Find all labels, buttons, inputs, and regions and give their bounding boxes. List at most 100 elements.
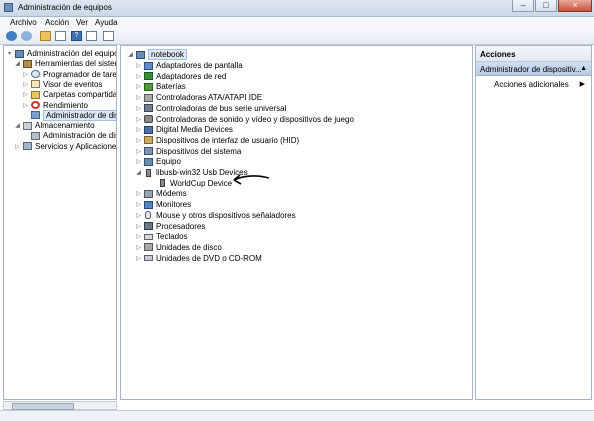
- expand-icon[interactable]: ▷: [135, 223, 142, 230]
- sidebar-label: Carpetas compartidas: [43, 90, 117, 100]
- device-item[interactable]: ▷ Controladoras de bus serie universal: [135, 103, 286, 114]
- sidebar-label: Administración del equipo (loc: [27, 49, 117, 58]
- sidebar-label: Herramientas del sistema: [35, 59, 117, 69]
- device-item[interactable]: ▷ Controladoras ATA/ATAPI IDE: [135, 92, 262, 103]
- keyboard-icon: [144, 233, 153, 240]
- expand-icon[interactable]: ▷: [135, 73, 142, 80]
- device-label: Monitores: [156, 200, 192, 210]
- actions-section-label: Administrador de dispositiv...: [480, 65, 582, 74]
- expand-icon[interactable]: ▷: [135, 137, 142, 144]
- expand-icon[interactable]: ▷: [135, 148, 142, 155]
- storage-icon: [23, 121, 32, 130]
- actions-section-device-manager[interactable]: Administrador de dispositiv... ▲: [476, 62, 591, 76]
- sidebar-label: Administración de disco: [43, 131, 116, 141]
- expand-icon[interactable]: ▷: [135, 116, 142, 123]
- disk-icon: [31, 131, 40, 140]
- device-item[interactable]: ▷ Módems: [135, 188, 187, 199]
- device-item[interactable]: ◢ libusb-win32 Usb Devices: [135, 167, 247, 178]
- minimize-button[interactable]: –: [512, 0, 534, 12]
- expand-icon[interactable]: ▷: [22, 71, 29, 78]
- scrollbar-thumb[interactable]: [12, 403, 74, 410]
- menu-ayuda[interactable]: Ayuda: [95, 18, 118, 27]
- collapse-icon[interactable]: ◢: [127, 51, 134, 58]
- back-arrow-icon[interactable]: [6, 31, 17, 41]
- more-actions-link[interactable]: Acciones adicionales: [494, 80, 569, 89]
- device-item[interactable]: ▷ Mouse y otros dispositivos señaladores: [135, 210, 295, 221]
- expand-icon[interactable]: ▷: [135, 201, 142, 208]
- toolbar: ?: [0, 29, 594, 45]
- expand-icon[interactable]: ▷: [135, 126, 142, 133]
- device-label: Teclados: [156, 232, 188, 242]
- device-item[interactable]: ▷ Baterías: [135, 81, 186, 92]
- device-label: Controladoras ATA/ATAPI IDE: [156, 93, 263, 103]
- device-item[interactable]: ▷ Dispositivos del sistema: [135, 146, 241, 157]
- tools-icon: [23, 59, 32, 68]
- sound-icon: [144, 115, 153, 123]
- submenu-arrow-icon[interactable]: ▶: [580, 80, 585, 88]
- device-item[interactable]: ▷ Monitores: [135, 199, 191, 210]
- scan-hardware-icon[interactable]: [103, 31, 114, 41]
- device-item[interactable]: ▷ Procesadores: [135, 221, 205, 232]
- device-item[interactable]: ▷ Controladoras de sonido y vídeo y dispo…: [135, 114, 354, 125]
- shared-folder-icon: [31, 90, 40, 99]
- show-hide-tree-icon[interactable]: [55, 31, 66, 41]
- expand-icon[interactable]: ▷: [135, 244, 142, 251]
- libusb-icon: [146, 168, 151, 177]
- device-label: Dispositivos de interfaz de usuario (HID…: [156, 135, 300, 145]
- menu-ver[interactable]: Ver: [76, 18, 88, 27]
- device-label: Unidades de DVD o CD-ROM: [156, 253, 262, 263]
- device-item[interactable]: ▷ Unidades de disco: [135, 242, 222, 253]
- close-button[interactable]: ×: [558, 0, 592, 12]
- sidebar-label: Programador de tareas: [43, 69, 117, 79]
- menu-archivo[interactable]: Archivo: [10, 18, 37, 27]
- collapse-icon[interactable]: ◢: [135, 169, 142, 176]
- device-item[interactable]: ▷ Equipo: [135, 156, 181, 167]
- collapse-icon[interactable]: ◢: [14, 122, 21, 129]
- collapse-icon[interactable]: ◢: [14, 60, 21, 67]
- maximize-button[interactable]: □: [535, 0, 557, 12]
- device-item[interactable]: ▷ Adaptadores de pantalla: [135, 60, 243, 71]
- expand-icon[interactable]: ▷: [22, 91, 29, 98]
- expand-icon[interactable]: ▾: [6, 50, 13, 57]
- display-adapter-icon: [144, 61, 153, 70]
- device-manager-icon: [31, 111, 40, 120]
- horizontal-scrollbar[interactable]: [3, 401, 117, 410]
- collapse-up-icon[interactable]: ▲: [580, 65, 587, 72]
- properties-icon[interactable]: [86, 31, 97, 41]
- expand-icon[interactable]: ▷: [135, 190, 142, 197]
- help-icon[interactable]: ?: [71, 31, 82, 41]
- expand-icon[interactable]: ▷: [135, 62, 142, 69]
- expand-icon[interactable]: ▷: [135, 105, 142, 112]
- device-item[interactable]: ▷ Dispositivos de interfaz de usuario (HI…: [135, 135, 299, 146]
- device-root[interactable]: ◢ notebook: [127, 49, 187, 60]
- battery-icon: [144, 82, 153, 91]
- forward-arrow-icon[interactable]: [21, 31, 32, 41]
- expand-icon[interactable]: ▷: [135, 212, 142, 219]
- expand-icon[interactable]: ▷: [22, 81, 29, 88]
- sidebar-item[interactable]: ▷ Servicios y Aplicaciones: [14, 141, 116, 152]
- computer-icon: [15, 49, 24, 58]
- sidebar-label: Almacenamiento: [35, 121, 95, 131]
- expand-icon[interactable]: ▷: [135, 83, 142, 90]
- expand-icon[interactable]: ▷: [14, 143, 21, 150]
- menu-accion[interactable]: Acción: [45, 18, 69, 27]
- expand-icon[interactable]: ▷: [22, 102, 29, 109]
- window-controls: – □ ×: [511, 0, 592, 14]
- device-label: Controladoras de sonido y vídeo y dispos…: [156, 114, 354, 124]
- media-device-icon: [144, 125, 153, 134]
- expand-icon[interactable]: ▷: [135, 158, 142, 165]
- device-item[interactable]: ▷ Unidades de DVD o CD-ROM: [135, 253, 262, 264]
- dvd-drive-icon: [144, 255, 153, 262]
- hid-icon: [144, 136, 153, 145]
- device-label: Procesadores: [156, 221, 206, 231]
- expand-icon[interactable]: ▷: [135, 255, 142, 262]
- device-item[interactable]: WorldCup Device: [149, 178, 232, 189]
- device-item[interactable]: ▷ Digital Media Devices: [135, 124, 233, 135]
- up-folder-icon[interactable]: [40, 31, 51, 41]
- expand-icon[interactable]: ▷: [135, 233, 142, 240]
- device-item[interactable]: ▷ Adaptadores de red: [135, 71, 226, 82]
- expand-icon[interactable]: ▷: [135, 94, 142, 101]
- device-item[interactable]: ▷ Teclados: [135, 231, 188, 242]
- computer-management-icon: [4, 3, 13, 12]
- modem-icon: [144, 189, 153, 198]
